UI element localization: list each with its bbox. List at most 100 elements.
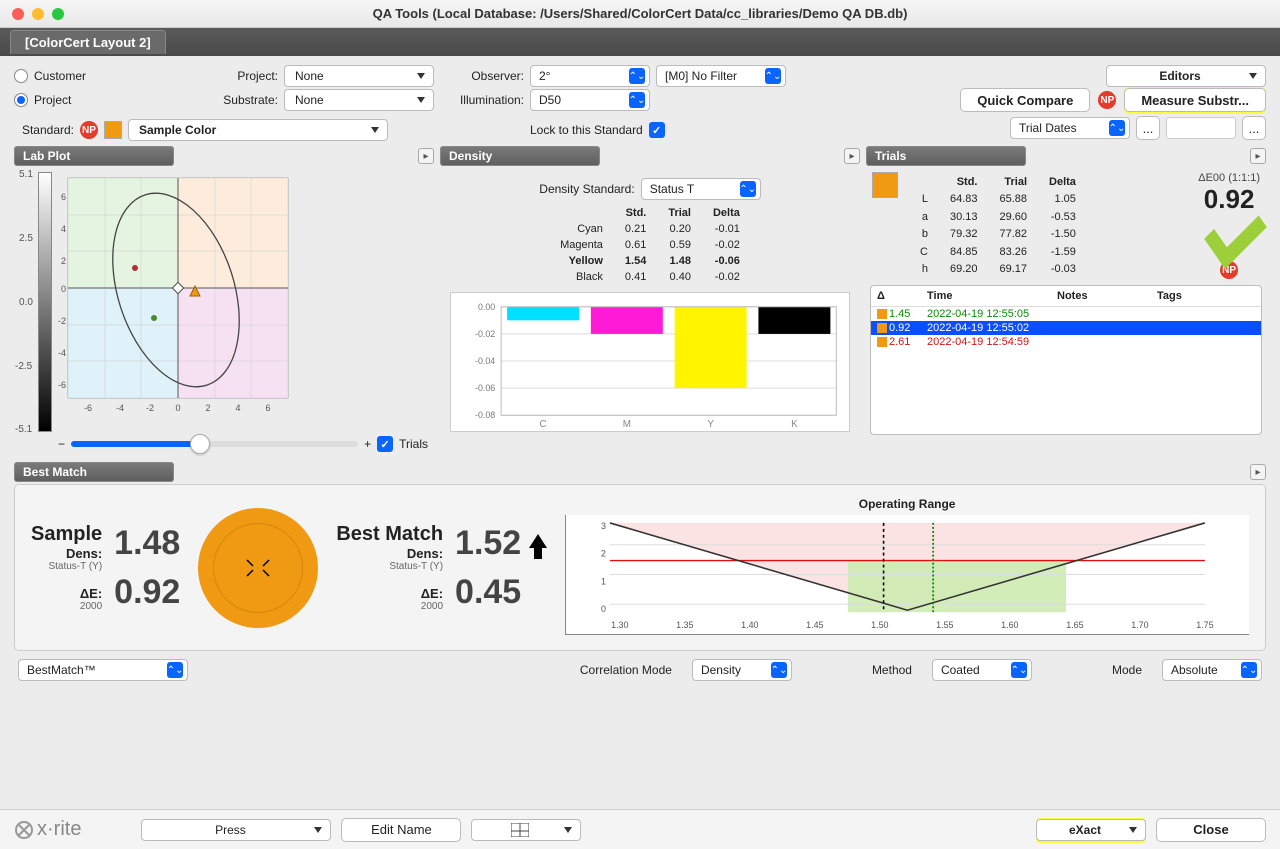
close-button[interactable]: Close bbox=[1156, 818, 1266, 842]
filter-select[interactable]: [M0] No Filter⌃⌄ bbox=[656, 65, 786, 87]
l-tick: 5.1 bbox=[19, 169, 33, 180]
lock-standard-checkbox[interactable]: ✓ bbox=[649, 122, 665, 138]
top-toolbar: Customer Project: None Project Substrate… bbox=[0, 56, 1280, 146]
illumination-value: D50 bbox=[539, 93, 561, 107]
press-dropdown[interactable]: Press bbox=[141, 819, 331, 841]
svg-text:-4: -4 bbox=[116, 403, 124, 413]
substrate-value: None bbox=[295, 93, 324, 107]
svg-text:1.55: 1.55 bbox=[936, 620, 953, 630]
svg-text:C: C bbox=[539, 419, 546, 430]
delta-e-label: ΔE00 (1:1:1) bbox=[1198, 172, 1260, 184]
method-select[interactable]: Coated⌃⌄ bbox=[932, 659, 1032, 681]
svg-text:M: M bbox=[623, 419, 631, 430]
svg-text:2: 2 bbox=[61, 256, 66, 266]
trial-dates-select[interactable]: Trial Dates⌃⌄ bbox=[1010, 117, 1130, 139]
standard-dropdown[interactable]: Sample Color bbox=[128, 119, 388, 141]
svg-text:1.65: 1.65 bbox=[1066, 620, 1083, 630]
trial-row[interactable]: 1.452022-04-19 12:55:05 bbox=[871, 307, 1261, 321]
illumination-select[interactable]: D50⌃⌄ bbox=[530, 89, 650, 111]
grid-icon bbox=[511, 823, 529, 837]
lab-zoom-slider[interactable] bbox=[71, 441, 358, 447]
svg-text:1.45: 1.45 bbox=[806, 620, 823, 630]
date-to-button[interactable]: ... bbox=[1242, 116, 1266, 140]
density-row-label: Magenta bbox=[550, 238, 613, 252]
best-match-circle-icon bbox=[198, 508, 318, 628]
tab-bar: [ColorCert Layout 2] bbox=[0, 28, 1280, 56]
slider-plus[interactable]: + bbox=[364, 437, 371, 451]
trials-checkbox[interactable]: ✓ bbox=[377, 436, 393, 452]
trials-cb-label: Trials bbox=[399, 437, 428, 451]
svg-text:0: 0 bbox=[175, 403, 180, 413]
match-dens-value: 1.52 bbox=[455, 524, 521, 563]
density-header: Density bbox=[440, 146, 600, 166]
trial-row[interactable]: 2.612022-04-19 12:54:59 bbox=[871, 335, 1261, 349]
observer-label: Observer: bbox=[444, 69, 524, 83]
bestmatch-algo-select[interactable]: BestMatch™⌃⌄ bbox=[18, 659, 188, 681]
svg-text:1.60: 1.60 bbox=[1001, 620, 1018, 630]
trial-dates-label: Trial Dates bbox=[1019, 121, 1077, 135]
operating-range-chart: 1.301.351.401.451.501.551.601.651.701.75… bbox=[565, 515, 1249, 635]
measure-substrate-button[interactable]: Measure Substr... bbox=[1124, 88, 1266, 112]
svg-text:3: 3 bbox=[601, 521, 606, 531]
date-range-field[interactable] bbox=[1166, 117, 1236, 139]
project-radio[interactable] bbox=[14, 93, 28, 107]
date-from-button[interactable]: ... bbox=[1136, 116, 1160, 140]
lab-ab-plot: -6-4-2 0246 642 0-2-4-6 bbox=[58, 168, 298, 428]
svg-text:-2: -2 bbox=[58, 316, 66, 326]
operating-range-title: Operating Range bbox=[565, 497, 1249, 511]
trials-list[interactable]: Δ Time Notes Tags 1.452022-04-19 12:55:0… bbox=[870, 285, 1262, 435]
svg-text:2: 2 bbox=[205, 403, 210, 413]
svg-text:-0.08: -0.08 bbox=[475, 410, 495, 420]
svg-text:1.30: 1.30 bbox=[611, 620, 628, 630]
sample-dens-value: 1.48 bbox=[114, 524, 180, 563]
density-row-label: Black bbox=[550, 270, 613, 284]
svg-text:0: 0 bbox=[601, 604, 606, 614]
lab-values-table: Std.TrialDelta L64.8365.881.05a30.1329.6… bbox=[908, 172, 1088, 279]
trials-collapse-icon[interactable]: ▸ bbox=[1250, 148, 1266, 164]
svg-text:2: 2 bbox=[601, 549, 606, 559]
observer-value: 2° bbox=[539, 69, 550, 83]
trial-row[interactable]: 0.922022-04-19 12:55:02 bbox=[871, 321, 1261, 335]
l-tick: -2.5 bbox=[15, 361, 32, 372]
correlation-mode-label: Correlation Mode bbox=[580, 663, 672, 677]
correlation-mode-select[interactable]: Density⌃⌄ bbox=[692, 659, 792, 681]
svg-text:Y: Y bbox=[707, 419, 714, 430]
svg-text:K: K bbox=[791, 419, 798, 430]
layout-tab[interactable]: [ColorCert Layout 2] bbox=[10, 30, 166, 54]
labplot-header: Lab Plot bbox=[14, 146, 174, 166]
mode-select[interactable]: Absolute⌃⌄ bbox=[1162, 659, 1262, 681]
substrate-dropdown[interactable]: None bbox=[284, 89, 434, 111]
observer-select[interactable]: 2°⌃⌄ bbox=[530, 65, 650, 87]
density-std-label: Density Standard: bbox=[539, 182, 634, 196]
svg-text:1.35: 1.35 bbox=[676, 620, 693, 630]
footer: x·rite Press Edit Name eXact Close bbox=[0, 809, 1280, 849]
svg-text:0: 0 bbox=[61, 284, 66, 294]
svg-text:1.75: 1.75 bbox=[1196, 620, 1213, 630]
density-panel: Density Standard: Status T⌃⌄ Std.TrialDe… bbox=[440, 168, 860, 456]
bestmatch-panel: Sample Dens: Status-T (Y) ΔE: 2000 1.48 … bbox=[14, 484, 1266, 651]
window-title: QA Tools (Local Database: /Users/Shared/… bbox=[0, 6, 1280, 21]
increase-arrow-icon bbox=[529, 534, 547, 548]
svg-text:-0.02: -0.02 bbox=[475, 329, 495, 339]
device-exact-dropdown[interactable]: eXact bbox=[1036, 819, 1146, 841]
svg-text:1.50: 1.50 bbox=[871, 620, 888, 630]
editors-dropdown[interactable]: Editors bbox=[1106, 65, 1266, 87]
density-std-select[interactable]: Status T⌃⌄ bbox=[641, 178, 761, 200]
bestmatch-header: Best Match bbox=[14, 462, 174, 482]
edit-name-button[interactable]: Edit Name bbox=[341, 818, 461, 842]
project-dropdown[interactable]: None bbox=[284, 65, 434, 87]
standard-color-swatch[interactable] bbox=[104, 121, 122, 139]
quick-compare-button[interactable]: Quick Compare bbox=[960, 88, 1090, 112]
svg-text:-0.04: -0.04 bbox=[475, 356, 495, 366]
density-collapse-icon[interactable]: ▸ bbox=[844, 148, 860, 164]
trials-header: Trials bbox=[866, 146, 1026, 166]
customer-radio[interactable] bbox=[14, 69, 28, 83]
sample-de-value: 0.92 bbox=[114, 573, 180, 612]
bestmatch-collapse-icon[interactable]: ▸ bbox=[1250, 464, 1266, 480]
labplot-collapse-icon[interactable]: ▸ bbox=[418, 148, 434, 164]
editors-label: Editors bbox=[1159, 69, 1200, 83]
standard-label: Standard: bbox=[14, 123, 74, 137]
project-value: None bbox=[295, 69, 324, 83]
layout-icon-dropdown[interactable] bbox=[471, 819, 581, 841]
slider-minus[interactable]: − bbox=[58, 437, 65, 451]
